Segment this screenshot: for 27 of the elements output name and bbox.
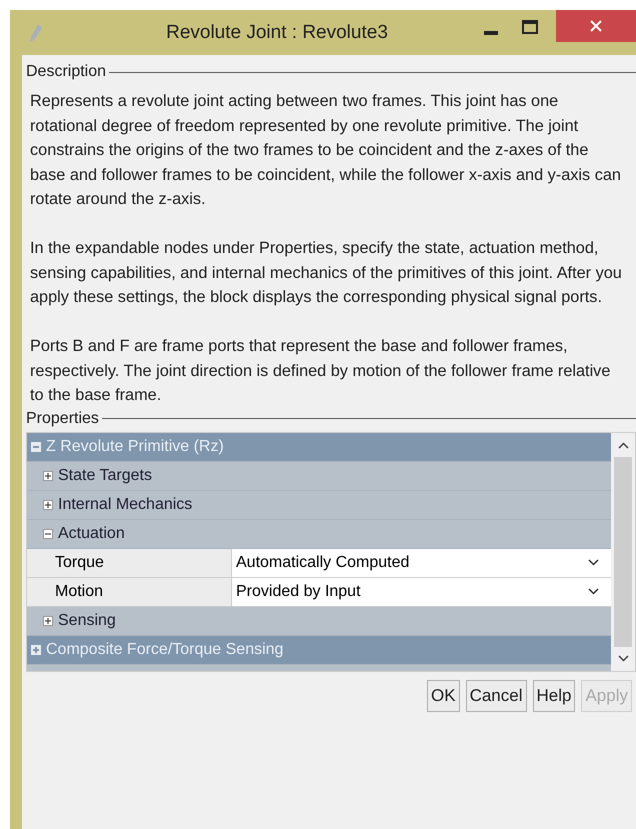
parameter-label: Motion <box>27 578 232 606</box>
collapse-icon[interactable] <box>43 528 53 538</box>
description-text: In the expandable nodes under Properties, specify the state, actuation method, sensing capabilities, and internal mechanics of the primitives of this joint. After you apply these settings, the block displays the corresponding physical signal ports. <box>30 238 622 308</box>
maximize-icon[interactable] <box>522 20 538 34</box>
chevron-down-icon[interactable] <box>588 559 599 566</box>
app-icon <box>28 22 44 42</box>
window-title: Revolute Joint : Revolute3 <box>165 22 389 44</box>
tree-node-row[interactable]: Internal Mechanics <box>27 490 611 520</box>
close-icon[interactable] <box>590 20 602 32</box>
dialog-button[interactable]: Cancel <box>466 680 526 712</box>
section-legend: Properties <box>26 410 99 428</box>
expand-icon[interactable] <box>43 470 53 480</box>
parameter-label: Torque <box>27 548 232 576</box>
description-text: Ports B and F are frame ports that represent the base and follower frames, respectively. The joint direction is defined by motion of the follower frame relative to the base frame. <box>30 336 612 406</box>
parameter-dropdown[interactable]: Automatically Computed <box>232 548 611 576</box>
tree-node-row[interactable]: State Targets <box>27 462 611 490</box>
minimize-icon[interactable] <box>484 30 498 34</box>
dialog-button[interactable]: OK <box>427 680 460 712</box>
section-legend: Description <box>26 63 106 81</box>
scroll-down-icon[interactable] <box>618 654 628 662</box>
dialog-button[interactable]: Help <box>532 680 576 712</box>
parameter-dropdown[interactable]: Provided by Input <box>232 578 611 606</box>
description-text: Represents a revolute joint acting between two frames. This joint has one rotational degree of freedom represented by one revolute primitive. The joint constrains the origins of the two frames to be coincident and the z-axes of the base and follower frames to be coincident, while the follower x-axis and y-axis can rotate around the z-axis. <box>30 91 622 210</box>
expand-icon[interactable] <box>43 616 53 626</box>
chevron-down-icon[interactable] <box>588 588 599 595</box>
scroll-up-icon[interactable] <box>618 442 628 448</box>
expand-icon[interactable] <box>43 500 53 510</box>
